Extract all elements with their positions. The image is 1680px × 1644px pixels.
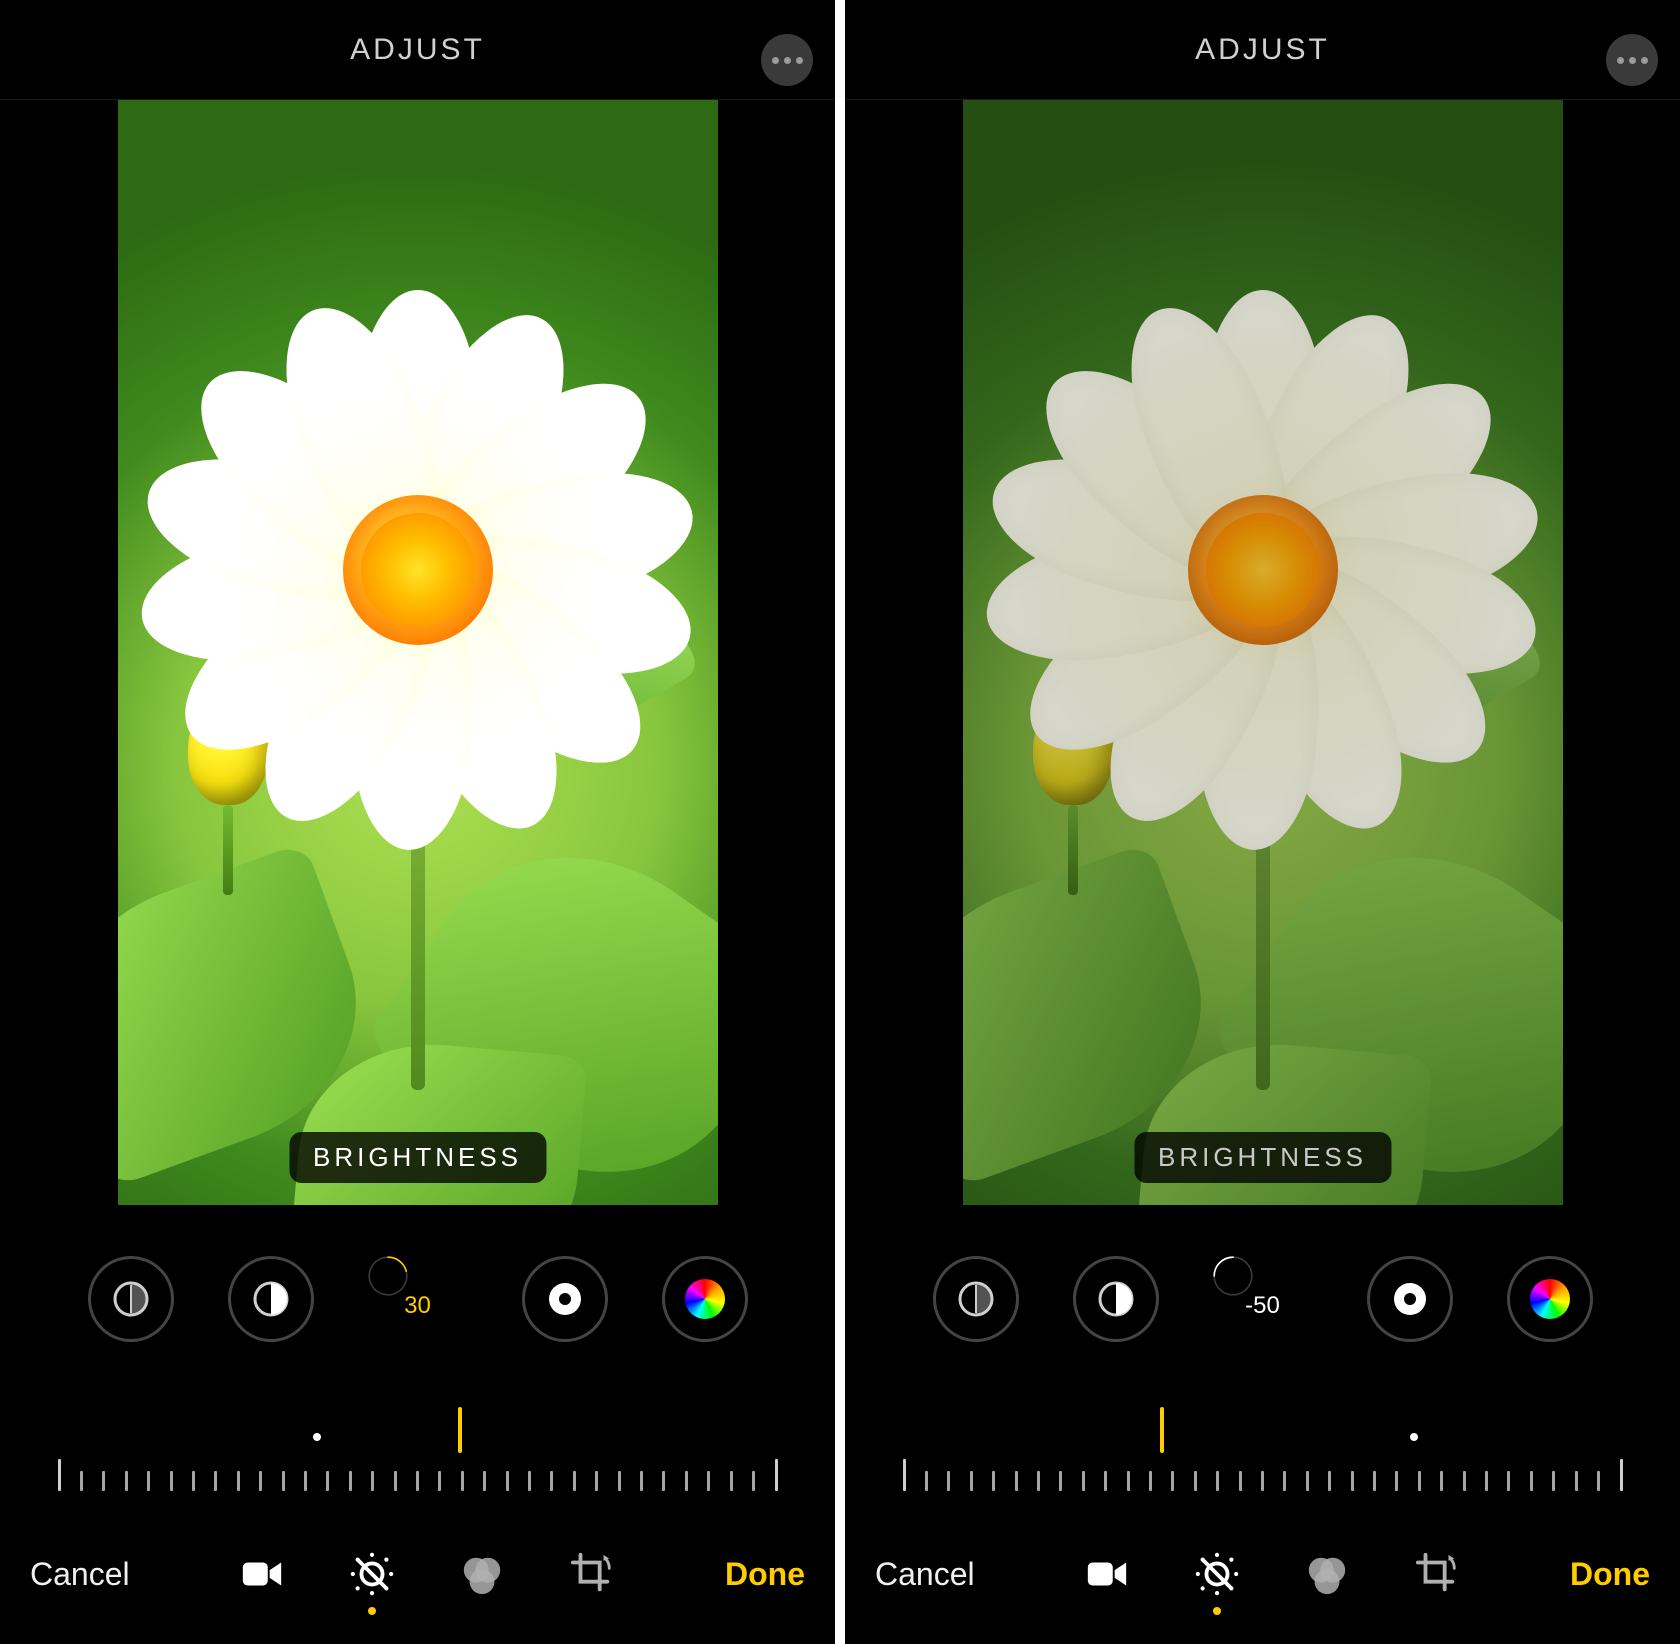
saturation-icon — [685, 1279, 725, 1319]
brightness-progress-arc — [368, 1256, 408, 1296]
adjust-label: BRIGHTNESS — [289, 1132, 546, 1183]
phone-screen-right: ADJUST — [845, 0, 1680, 1644]
tab-crop[interactable] — [567, 1549, 617, 1599]
more-button[interactable] — [761, 34, 813, 86]
ruler-needle[interactable] — [458, 1407, 462, 1453]
dial-saturation[interactable] — [1507, 1256, 1593, 1342]
photo-preview[interactable]: BRIGHTNESS — [118, 100, 718, 1205]
header: ADJUST — [0, 0, 835, 100]
edit-mode-tabs — [237, 1549, 617, 1599]
adjust-dials[interactable]: -50 — [845, 1248, 1680, 1438]
photo-area: BRIGHTNESS — [845, 100, 1680, 1248]
tab-video[interactable] — [237, 1549, 287, 1599]
dial-blackpoint[interactable] — [1367, 1256, 1453, 1342]
value-ruler[interactable] — [845, 1438, 1680, 1504]
brightness-value: -50 — [1245, 1292, 1280, 1320]
adjust-label: BRIGHTNESS — [1134, 1132, 1391, 1183]
saturation-icon — [1530, 1279, 1570, 1319]
ruler-origin-dot — [1410, 1433, 1418, 1441]
adjust-icon — [1194, 1551, 1240, 1597]
flower — [1003, 310, 1523, 830]
tab-adjust[interactable] — [1192, 1549, 1242, 1599]
edit-mode-tabs — [1082, 1549, 1462, 1599]
tab-video[interactable] — [1082, 1549, 1132, 1599]
dial-brightness[interactable]: 30 — [368, 1256, 468, 1356]
cancel-button[interactable]: Cancel — [30, 1556, 130, 1593]
active-tab-dot — [1213, 1607, 1221, 1615]
shadows-icon — [956, 1279, 996, 1319]
tab-adjust[interactable] — [347, 1549, 397, 1599]
dial-shadows[interactable] — [88, 1256, 174, 1342]
crop-icon — [1414, 1551, 1460, 1597]
dial-blackpoint[interactable] — [522, 1256, 608, 1342]
tab-filters[interactable] — [457, 1549, 507, 1599]
brightness-progress-arc — [1213, 1256, 1253, 1296]
adjust-label-text: BRIGHTNESS — [313, 1142, 522, 1172]
tab-filters[interactable] — [1302, 1549, 1352, 1599]
header-title: ADJUST — [350, 33, 485, 67]
active-tab-dot — [368, 1607, 376, 1615]
dial-contrast[interactable] — [1073, 1256, 1159, 1342]
ruler-needle[interactable] — [1160, 1407, 1164, 1453]
adjust-icon — [349, 1551, 395, 1597]
shadows-icon — [111, 1279, 151, 1319]
flower-center — [343, 495, 493, 645]
phone-screen-left: ADJUST — [0, 0, 835, 1644]
filters-icon — [459, 1551, 505, 1597]
contrast-icon — [1096, 1279, 1136, 1319]
value-ruler[interactable] — [0, 1438, 835, 1504]
bottom-bar: Cancel — [0, 1504, 835, 1644]
photo-preview[interactable]: BRIGHTNESS — [963, 100, 1563, 1205]
done-button[interactable]: Done — [1570, 1556, 1650, 1593]
header: ADJUST — [845, 0, 1680, 100]
header-title: ADJUST — [1195, 33, 1330, 67]
brightness-value: 30 — [404, 1292, 431, 1320]
blackpoint-icon — [545, 1279, 585, 1319]
screenshot-divider — [835, 0, 845, 1644]
tab-crop[interactable] — [1412, 1549, 1462, 1599]
crop-icon — [569, 1551, 615, 1597]
dial-shadows[interactable] — [933, 1256, 1019, 1342]
dial-brightness[interactable]: -50 — [1213, 1256, 1313, 1356]
video-icon — [239, 1551, 285, 1597]
ruler-track[interactable] — [903, 1451, 1623, 1491]
more-button[interactable] — [1606, 34, 1658, 86]
ruler-track[interactable] — [58, 1451, 778, 1491]
contrast-icon — [251, 1279, 291, 1319]
done-button[interactable]: Done — [725, 1556, 805, 1593]
dial-saturation[interactable] — [662, 1256, 748, 1342]
adjust-dials[interactable]: 30 — [0, 1248, 835, 1438]
flower — [158, 310, 678, 830]
ruler-origin-dot — [313, 1433, 321, 1441]
blackpoint-icon — [1390, 1279, 1430, 1319]
adjust-label-text: BRIGHTNESS — [1158, 1142, 1367, 1172]
flower-center — [1188, 495, 1338, 645]
video-icon — [1084, 1551, 1130, 1597]
dial-contrast[interactable] — [228, 1256, 314, 1342]
bottom-bar: Cancel — [845, 1504, 1680, 1644]
screenshot-pair: ADJUST — [0, 0, 1680, 1644]
photo-area: BRIGHTNESS — [0, 100, 835, 1248]
filters-icon — [1304, 1551, 1350, 1597]
cancel-button[interactable]: Cancel — [875, 1556, 975, 1593]
